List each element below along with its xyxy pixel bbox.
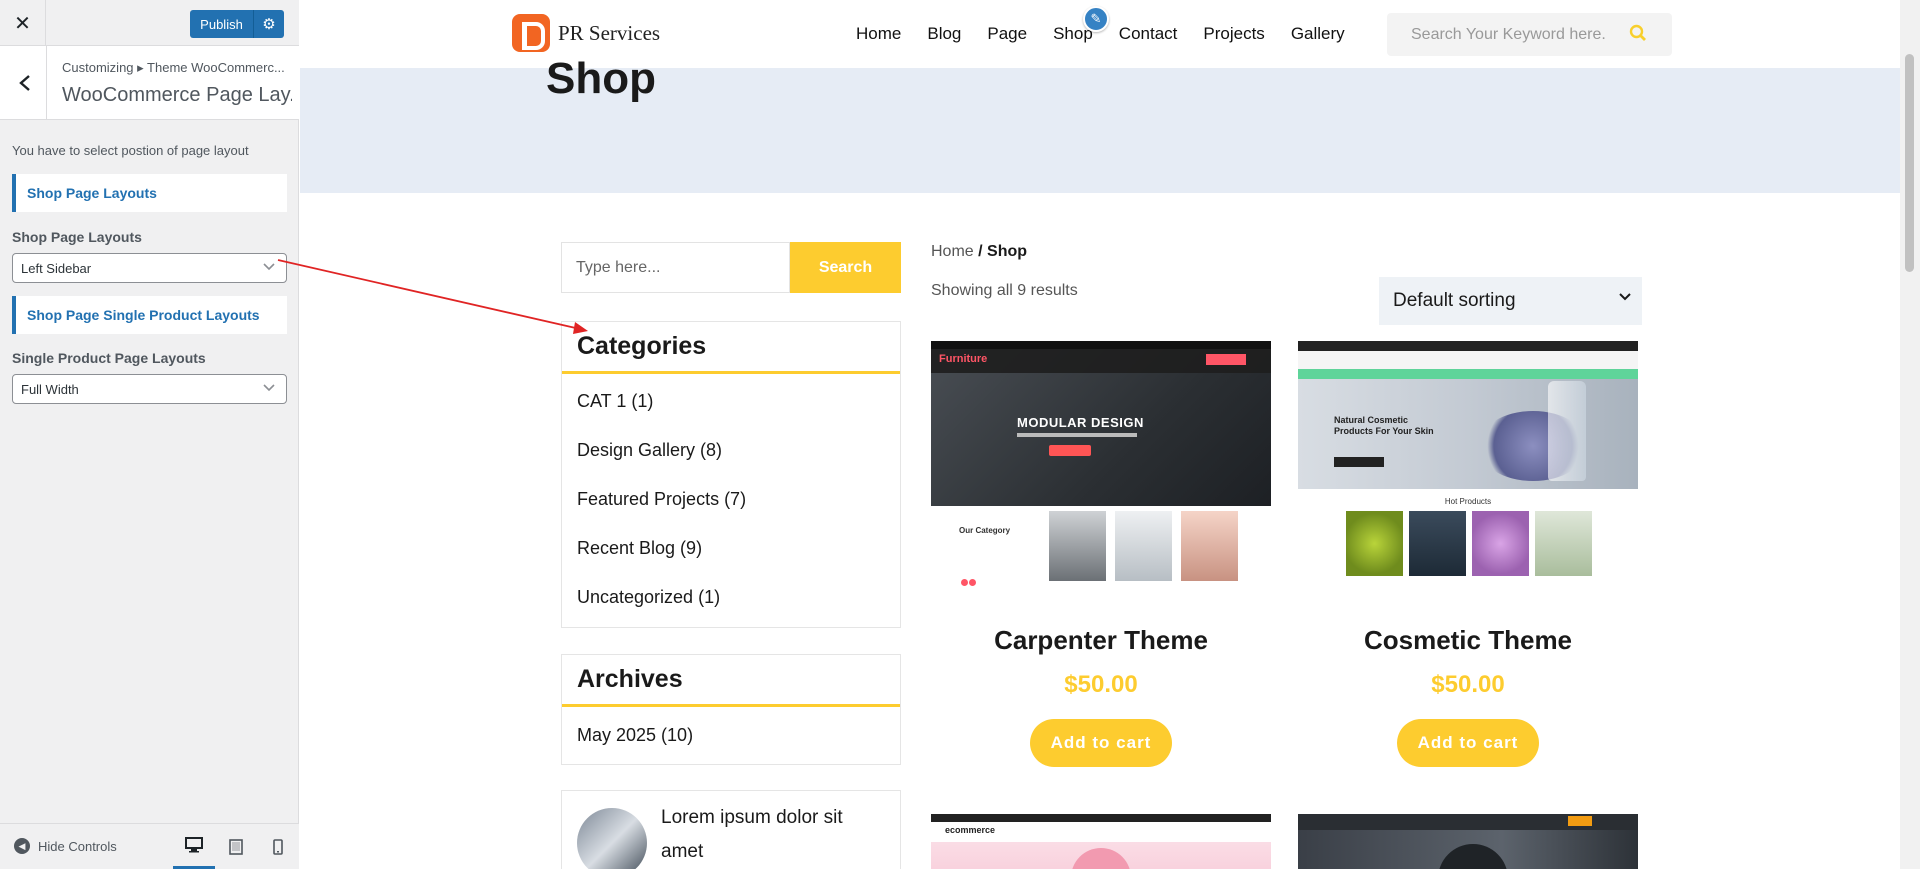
breadcrumb-separator: / bbox=[973, 243, 988, 260]
product-title[interactable]: Carpenter Theme bbox=[931, 625, 1271, 656]
product-image[interactable] bbox=[1298, 814, 1638, 869]
archives-widget: Archives May 2025 (10) bbox=[561, 654, 901, 765]
shop-layout-select-value: Left Sidebar bbox=[21, 260, 92, 276]
chevron-left-icon bbox=[19, 75, 30, 91]
sorting-value: Default sorting bbox=[1393, 290, 1516, 311]
product-image[interactable]: Furniture MODULAR DESIGN Our Category bbox=[931, 341, 1271, 596]
thumbnail-section-text: Our Category bbox=[959, 526, 1011, 535]
page-banner: Shop bbox=[300, 54, 1900, 193]
breadcrumb-home[interactable]: Home bbox=[931, 243, 974, 260]
pencil-icon[interactable]: ✎ bbox=[1083, 6, 1109, 32]
thumbnail-section-text: Hot Products bbox=[1444, 497, 1492, 506]
add-to-cart-button[interactable]: Add to cart bbox=[1397, 719, 1539, 767]
sidebar-search-input[interactable]: Type here... bbox=[561, 242, 790, 293]
single-product-layouts-heading: Shop Page Single Product Layouts bbox=[12, 296, 287, 334]
chevron-down-icon bbox=[1618, 289, 1632, 306]
collapse-icon: ◀ bbox=[14, 838, 30, 854]
gear-icon[interactable]: ⚙ bbox=[254, 10, 284, 38]
sidebar-search-button[interactable]: Search bbox=[790, 242, 901, 293]
page-title: Shop bbox=[546, 54, 656, 103]
recent-post-thumbnail[interactable] bbox=[577, 808, 647, 869]
category-link[interactable]: Featured Projects (7) bbox=[562, 475, 900, 524]
recent-post-title[interactable]: Lorem ipsum dolor sit amet bbox=[661, 801, 886, 869]
mobile-preview-icon[interactable] bbox=[257, 824, 299, 869]
categories-title: Categories bbox=[562, 322, 900, 374]
chevron-down-icon bbox=[262, 380, 276, 397]
thumbnail-headline: Natural Cosmetic Products For Your Skin bbox=[1334, 415, 1434, 436]
logo-mark-icon bbox=[512, 14, 550, 52]
single-product-layout-select[interactable]: Full Width bbox=[12, 374, 287, 404]
add-to-cart-button[interactable]: Add to cart bbox=[1030, 719, 1172, 767]
customizer-panel: ✕ Publish ⚙ Customizing ▸ Theme WooComme… bbox=[0, 0, 299, 869]
header-search-input[interactable]: Search Your Keyword here. bbox=[1387, 13, 1672, 56]
archive-link[interactable]: May 2025 (10) bbox=[562, 711, 900, 760]
tablet-preview-icon[interactable] bbox=[215, 824, 257, 869]
hide-controls-button[interactable]: ◀ Hide Controls bbox=[14, 838, 117, 854]
sidebar-search: Type here... Search bbox=[561, 242, 901, 293]
archives-title: Archives bbox=[562, 655, 900, 707]
customizer-header: ✕ Publish ⚙ bbox=[0, 0, 299, 46]
category-link[interactable]: CAT 1 (1) bbox=[562, 377, 900, 426]
single-product-select-value: Full Width bbox=[21, 381, 79, 397]
search-icon[interactable] bbox=[1629, 24, 1647, 47]
nav-item-home[interactable]: Home bbox=[856, 24, 901, 44]
site-preview: ✎ PR Services Home Blog Page Shop Contac… bbox=[300, 0, 1900, 869]
thumbnail-logo-text: ecommerce bbox=[945, 825, 996, 835]
single-product-layouts-label: Single Product Page Layouts bbox=[12, 350, 206, 366]
publish-group: Publish ⚙ bbox=[190, 10, 284, 38]
breadcrumb: Home / Shop bbox=[931, 243, 1027, 261]
scrollbar-thumb[interactable] bbox=[1905, 54, 1914, 272]
shop-layouts-heading: Shop Page Layouts bbox=[12, 174, 287, 212]
sorting-select[interactable]: Default sorting bbox=[1379, 277, 1642, 325]
nav-item-blog[interactable]: Blog bbox=[927, 24, 961, 44]
category-link[interactable]: Design Gallery (8) bbox=[562, 426, 900, 475]
scrollbar[interactable] bbox=[1900, 0, 1920, 869]
thumbnail-headline: MODULAR DESIGN bbox=[1017, 415, 1144, 430]
section-description: You have to select postion of page layou… bbox=[12, 143, 249, 158]
nav-item-contact[interactable]: Contact bbox=[1119, 24, 1178, 44]
back-arrow-icon[interactable] bbox=[0, 46, 47, 120]
recent-posts-widget: Lorem ipsum dolor sit amet bbox=[561, 790, 901, 869]
product-image[interactable]: ecommerce bbox=[931, 814, 1271, 869]
hide-controls-label: Hide Controls bbox=[38, 838, 117, 854]
product-price: $50.00 bbox=[1431, 671, 1505, 698]
category-link[interactable]: Uncategorized (1) bbox=[562, 573, 900, 622]
thumbnail-logo-text: Furniture bbox=[939, 353, 988, 365]
product-image[interactable]: Natural Cosmetic Products For Your Skin … bbox=[1298, 341, 1638, 596]
customizer-breadcrumb: Customizing ▸ Theme WooCommerc... bbox=[62, 60, 285, 75]
category-link[interactable]: Recent Blog (9) bbox=[562, 524, 900, 573]
site-header: ✎ PR Services Home Blog Page Shop Contac… bbox=[300, 0, 1900, 68]
site-logo[interactable]: PR Services bbox=[512, 14, 660, 52]
breadcrumb-current: Shop bbox=[987, 243, 1028, 260]
nav-item-gallery[interactable]: Gallery bbox=[1291, 24, 1345, 44]
categories-widget: Categories CAT 1 (1) Design Gallery (8) … bbox=[561, 321, 901, 628]
nav-item-projects[interactable]: Projects bbox=[1203, 24, 1264, 44]
product-title[interactable]: Cosmetic Theme bbox=[1298, 625, 1638, 656]
site-brand: PR Services bbox=[558, 20, 661, 45]
close-icon[interactable]: ✕ bbox=[0, 0, 46, 46]
desktop-preview-icon[interactable] bbox=[173, 824, 215, 869]
section-header: Customizing ▸ Theme WooCommerc... WooCom… bbox=[0, 46, 299, 120]
nav-item-page[interactable]: Page bbox=[987, 24, 1027, 44]
shop-layout-select[interactable]: Left Sidebar bbox=[12, 253, 287, 283]
result-count: Showing all 9 results bbox=[931, 282, 1078, 299]
customizer-footer: ◀ Hide Controls bbox=[0, 823, 299, 869]
shop-layouts-label: Shop Page Layouts bbox=[12, 229, 142, 245]
header-search-placeholder: Search Your Keyword here. bbox=[1411, 25, 1606, 43]
section-title: WooCommerce Page Lay... bbox=[62, 84, 292, 106]
publish-button[interactable]: Publish bbox=[190, 10, 254, 38]
product-price: $50.00 bbox=[1064, 671, 1138, 698]
chevron-down-icon bbox=[262, 259, 276, 276]
